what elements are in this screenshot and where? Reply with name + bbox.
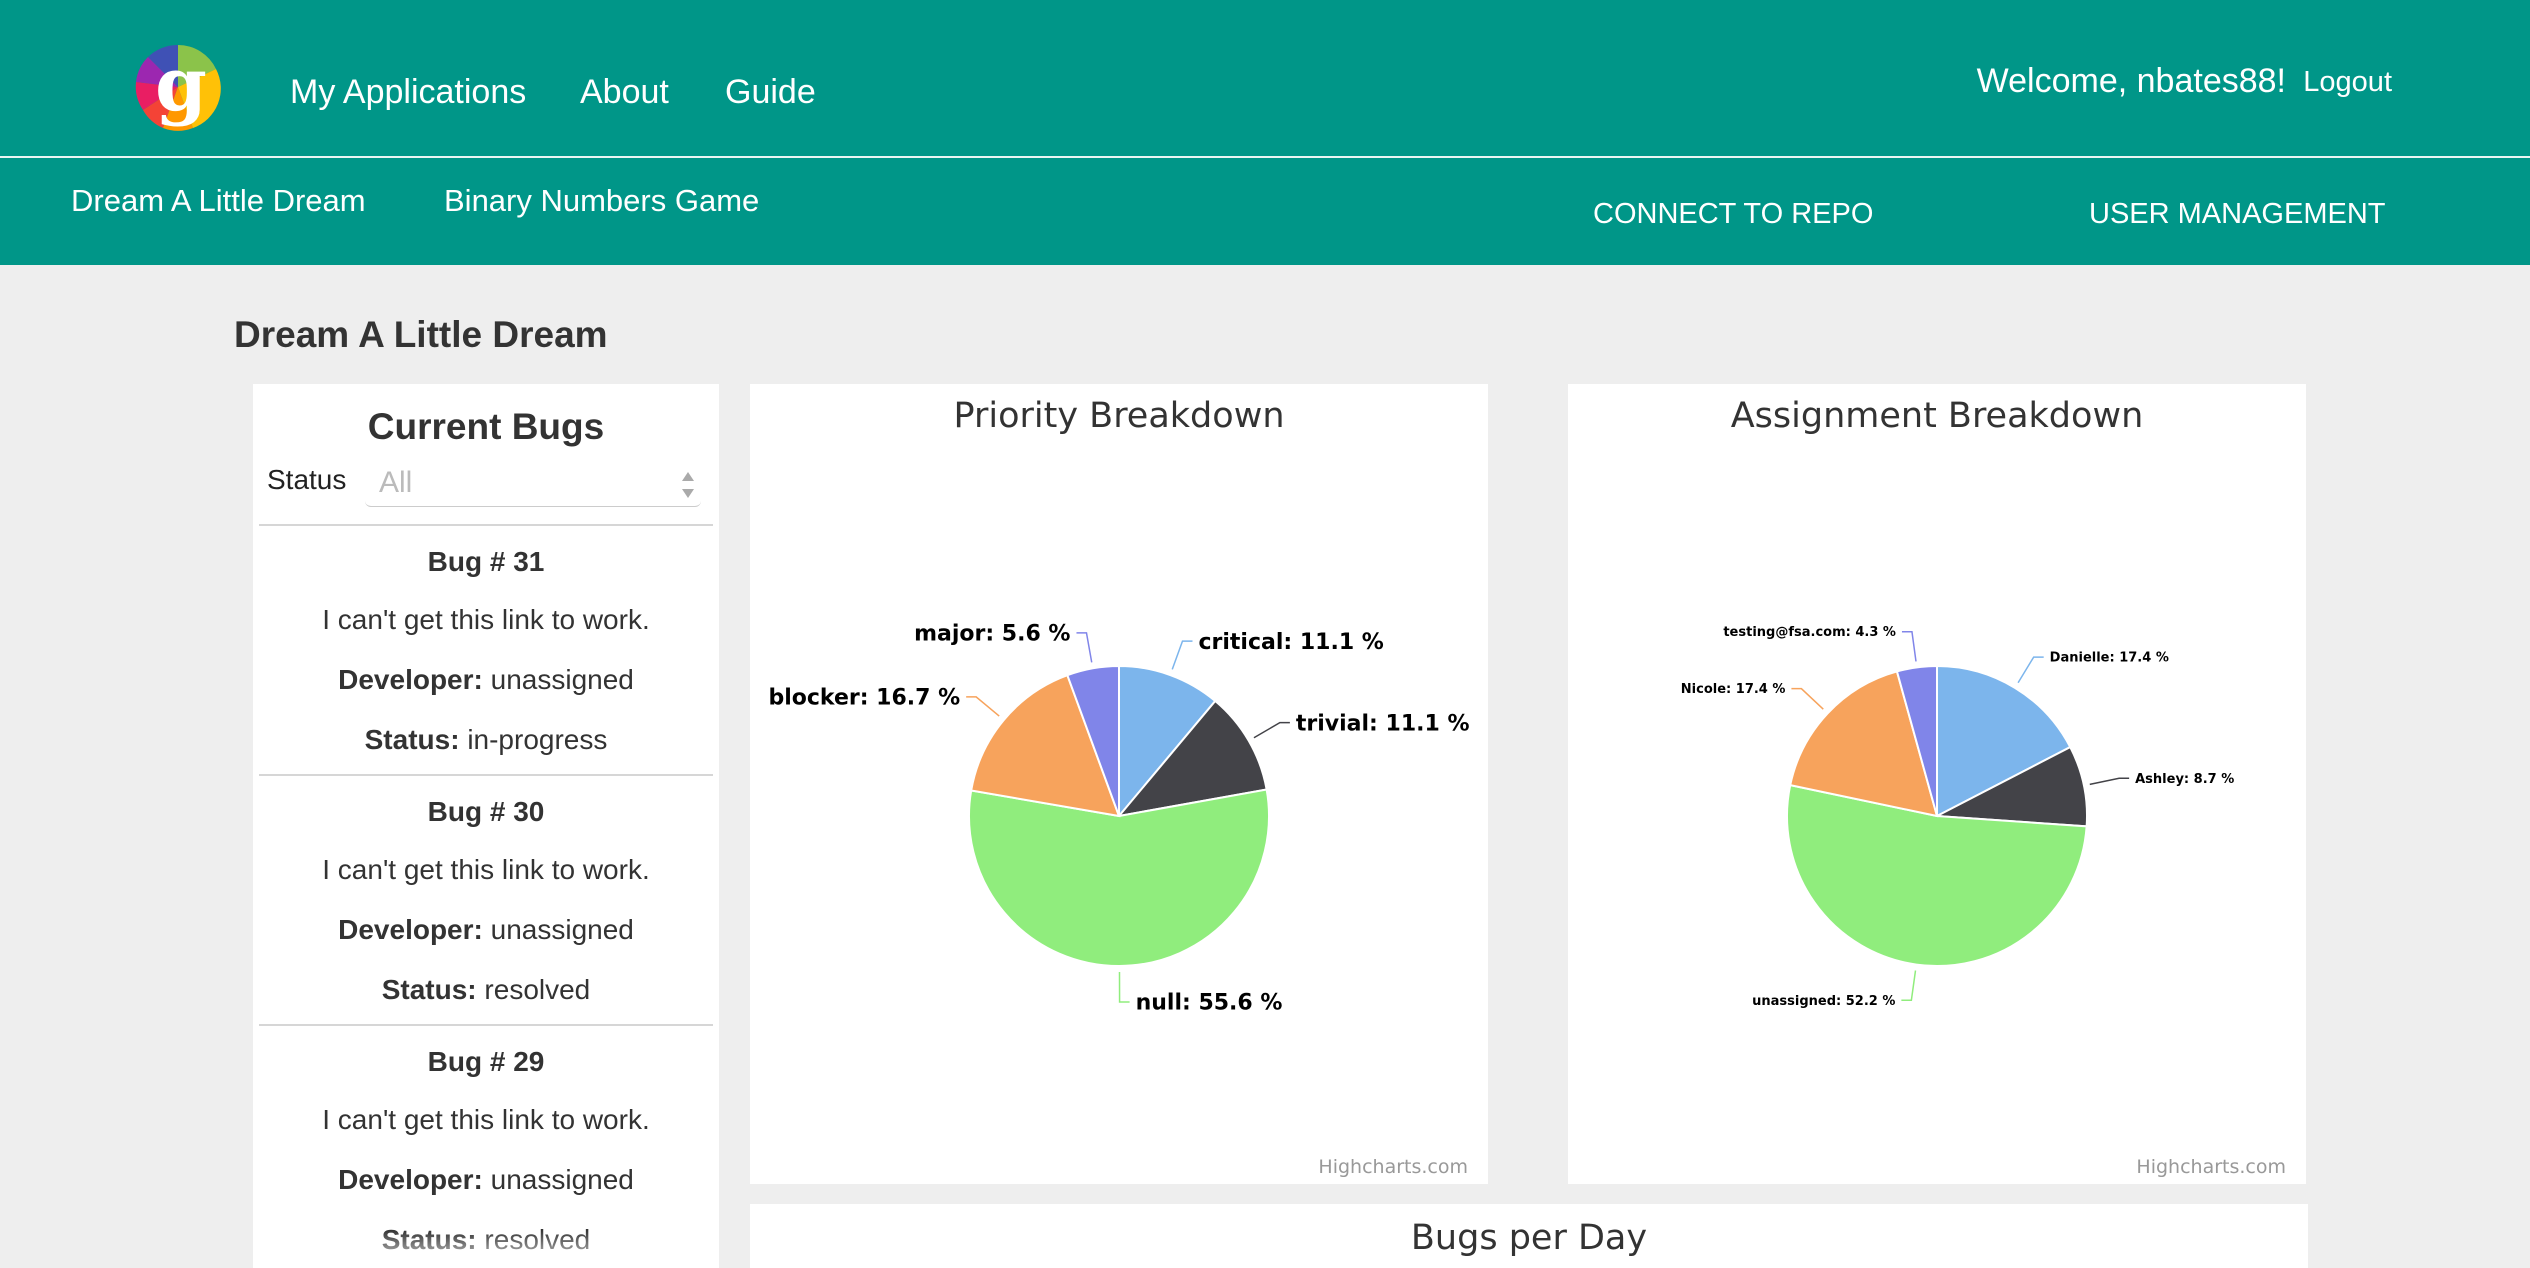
nav-guide[interactable]: Guide: [725, 73, 816, 112]
bug-status: Status: resolved: [381, 1224, 591, 1255]
priority-pie-svg: critical: 11.1 % trivial: 11.1 % null: 55.…: [768, 622, 1470, 1016]
pie-data-label: trivial: 11.1 %: [1296, 711, 1470, 736]
bug-number: Bug # 31: [427, 546, 545, 577]
chart-title: Assignment Breakdown: [1730, 396, 2144, 436]
pie-data-label: unassigned: 52.2 %: [1752, 994, 1895, 1009]
pie-data-label: null: 55.6 %: [1136, 991, 1283, 1016]
bug-number: Bug # 29: [427, 1046, 545, 1077]
pie-label-connector: [1253, 721, 1290, 739]
bug-developer: Developer: unassigned: [338, 664, 634, 695]
pie-label-connector: [2089, 777, 2130, 786]
bug-status: Status: in-progress: [364, 724, 608, 755]
app-tab-binary-numbers-game[interactable]: Binary Numbers Game: [444, 183, 759, 219]
assignment-breakdown-chart: Danielle: 17.4 % Ashley: 8.7 % unassigned:…: [1568, 384, 2306, 1184]
app-tab-dream-a-little-dream[interactable]: Dream A Little Dream: [71, 183, 366, 219]
welcome-text: Welcome, nbates88!: [1976, 62, 2286, 100]
bug-status: Status: resolved: [381, 974, 591, 1005]
status-filter-select[interactable]: All: [365, 464, 701, 507]
bugs-per-day-chart: Bugs per Day: [750, 1204, 2308, 1268]
logout-link[interactable]: Logout: [2303, 66, 2392, 99]
user-management-button[interactable]: USER MANAGEMENT: [2089, 198, 2385, 231]
pie-data-label: Danielle: 17.4 %: [2050, 651, 2169, 666]
bug-description: I can't get this link to work.: [322, 604, 650, 635]
chart-title: Priority Breakdown: [953, 396, 1285, 436]
priority-breakdown-chart: critical: 11.1 % trivial: 11.1 % null: 55.…: [750, 384, 1488, 1184]
pie-label-connector: [2017, 656, 2044, 684]
select-arrows-icon: [682, 472, 694, 498]
highcharts-credit[interactable]: Highcharts.com: [1318, 1156, 1468, 1178]
nav-about[interactable]: About: [580, 73, 669, 112]
pie-data-label: blocker: 16.7 %: [768, 686, 960, 711]
pie-data-label: critical: 11.1 %: [1198, 630, 1383, 655]
nav-my-applications[interactable]: My Applications: [290, 73, 526, 112]
bug-number: Bug # 30: [427, 796, 545, 827]
pie-label-connector: [1791, 687, 1824, 710]
pie-label-connector: [1118, 971, 1130, 1003]
pie-label-connector: [966, 696, 1000, 717]
bug-list-item[interactable]: Bug # 31 I can't get this link to work. …: [259, 524, 713, 776]
app-subnav: Dream A Little Dream Binary Numbers Game…: [0, 158, 2530, 265]
pie-data-label: Ashley: 8.7 %: [2135, 772, 2234, 787]
top-navbar: g My Applications About Guide Welcome, n…: [0, 0, 2530, 158]
status-filter-label: Status: [267, 464, 347, 495]
pie-label-connector: [1076, 632, 1093, 663]
current-bugs-title: Current Bugs: [367, 406, 605, 447]
connect-to-repo-button[interactable]: CONNECT TO REPO: [1593, 198, 1873, 231]
pie-data-label: major: 5.6 %: [914, 622, 1070, 647]
svg-text:g: g: [155, 42, 207, 128]
bug-developer: Developer: unassigned: [338, 914, 634, 945]
pie-data-label: testing@fsa.com: 4.3 %: [1723, 625, 1896, 640]
current-bugs-panel: Current Bugs Status All Bug # 31 I can't…: [253, 384, 719, 1268]
bug-description: I can't get this link to work.: [322, 1104, 650, 1135]
bug-description: I can't get this link to work.: [322, 854, 650, 885]
pie-label-connector: [1171, 640, 1193, 670]
chart-title: Bugs per Day: [1410, 1218, 1648, 1258]
assignment-pie-svg: Danielle: 17.4 % Ashley: 8.7 % unassigned:…: [1681, 625, 2234, 1009]
bug-developer: Developer: unassigned: [338, 1164, 634, 1195]
app-logo[interactable]: g: [133, 42, 223, 132]
highcharts-credit[interactable]: Highcharts.com: [2136, 1156, 2286, 1178]
pie-data-label: Nicole: 17.4 %: [1681, 682, 1786, 697]
pie-label-connector: [1901, 630, 1917, 662]
pie-label-connector: [1901, 970, 1917, 1001]
status-filter-value: All: [379, 466, 413, 499]
bug-list-item[interactable]: Bug # 30 I can't get this link to work. …: [259, 774, 713, 1026]
page-title: Dream A Little Dream: [234, 314, 608, 355]
bug-list-item[interactable]: Bug # 29 I can't get this link to work. …: [259, 1024, 713, 1268]
